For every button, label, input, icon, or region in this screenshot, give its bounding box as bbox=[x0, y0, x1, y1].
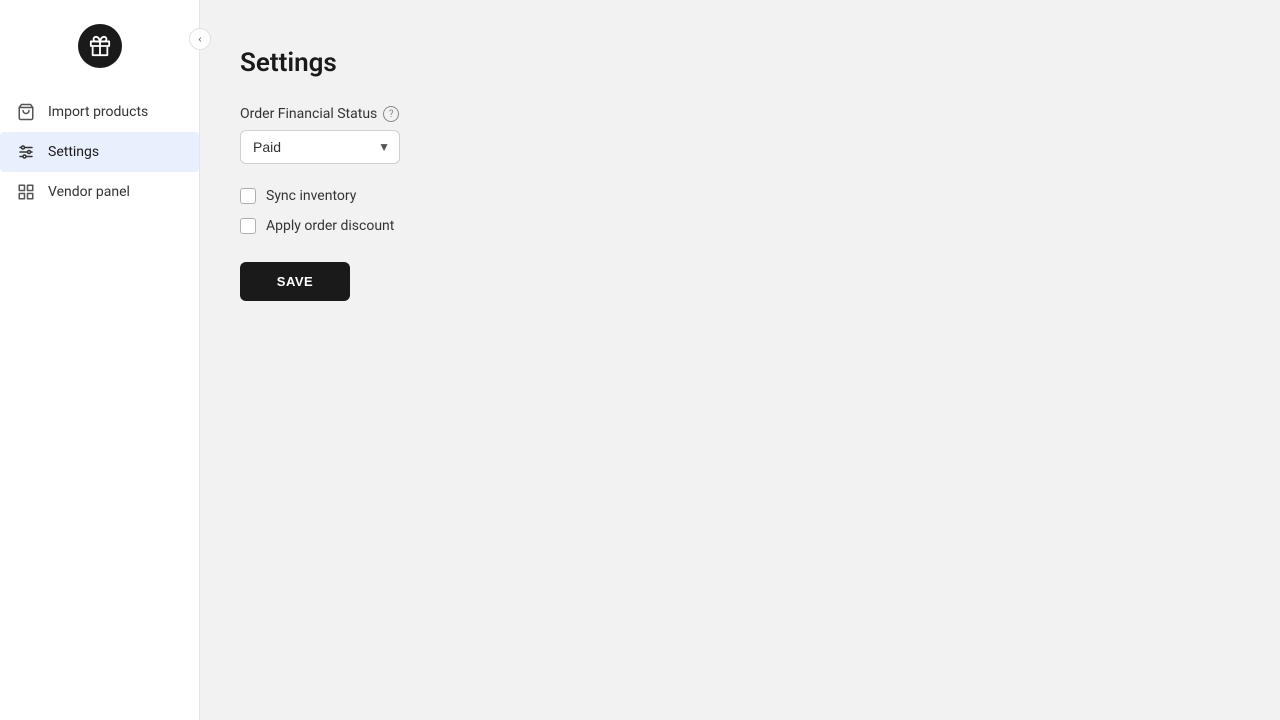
checkbox-group: Sync inventory Apply order discount bbox=[240, 188, 1240, 234]
help-icon[interactable]: ? bbox=[383, 106, 399, 122]
apply-order-discount-checkbox-item[interactable]: Apply order discount bbox=[240, 218, 1240, 234]
app-logo bbox=[78, 24, 122, 68]
order-financial-status-label: Order Financial Status ? bbox=[240, 106, 1240, 122]
apply-order-discount-label: Apply order discount bbox=[266, 218, 394, 234]
save-button[interactable]: SAVE bbox=[240, 262, 350, 301]
sidebar-item-label: Import products bbox=[48, 104, 148, 120]
apply-order-discount-checkbox[interactable] bbox=[240, 218, 256, 234]
sidebar-nav: Import products Settings bbox=[0, 92, 199, 212]
order-financial-status-select[interactable]: Paid Pending Authorized Partially paid R… bbox=[240, 130, 400, 164]
sidebar-item-settings[interactable]: Settings bbox=[0, 132, 199, 172]
settings-form: Order Financial Status ? Paid Pending Au… bbox=[240, 106, 1240, 301]
sync-inventory-checkbox-item[interactable]: Sync inventory bbox=[240, 188, 1240, 204]
sidebar-item-label: Vendor panel bbox=[48, 184, 130, 200]
sidebar-item-vendor-panel[interactable]: Vendor panel bbox=[0, 172, 199, 212]
shopping-bag-icon bbox=[16, 102, 36, 122]
sync-inventory-checkbox[interactable] bbox=[240, 188, 256, 204]
sidebar-item-import-products[interactable]: Import products bbox=[0, 92, 199, 132]
collapse-sidebar-button[interactable]: ‹ bbox=[189, 28, 211, 50]
main-content: Settings Order Financial Status ? Paid P… bbox=[200, 0, 1280, 720]
sliders-icon bbox=[16, 142, 36, 162]
order-financial-status-field: Order Financial Status ? Paid Pending Au… bbox=[240, 106, 1240, 164]
order-financial-status-select-wrapper: Paid Pending Authorized Partially paid R… bbox=[240, 130, 400, 164]
sidebar: ‹ Import products bbox=[0, 0, 200, 720]
sync-inventory-label: Sync inventory bbox=[266, 188, 356, 204]
grid-icon bbox=[16, 182, 36, 202]
page-title: Settings bbox=[240, 48, 1240, 78]
sidebar-item-label: Settings bbox=[48, 144, 99, 160]
